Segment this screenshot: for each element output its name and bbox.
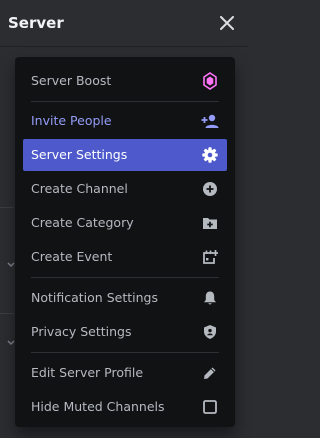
menu-separator	[31, 352, 219, 353]
menu-item-server-boost[interactable]: Server Boost	[23, 65, 227, 97]
menu-item-server-settings[interactable]: Server Settings	[23, 139, 227, 171]
boost-icon	[201, 72, 219, 90]
menu-item-create-event[interactable]: Create Event	[23, 241, 227, 273]
menu-item-hide-muted-channels[interactable]: Hide Muted Channels	[23, 391, 227, 423]
add-person-icon	[201, 112, 219, 130]
menu-separator	[31, 277, 219, 278]
server-name: Server	[8, 14, 64, 32]
server-dropdown-menu: Server Boost Invite People Server Settin…	[15, 57, 235, 427]
menu-item-notification-settings[interactable]: Notification Settings	[23, 282, 227, 314]
menu-item-invite-people[interactable]: Invite People	[23, 105, 227, 137]
menu-item-privacy-settings[interactable]: Privacy Settings	[23, 316, 227, 348]
channel-divider	[0, 207, 14, 208]
menu-item-create-category[interactable]: Create Category	[23, 207, 227, 239]
menu-item-edit-server-profile[interactable]: Edit Server Profile	[23, 357, 227, 389]
menu-separator	[31, 101, 219, 102]
pencil-icon	[201, 364, 219, 382]
folder-plus-icon	[201, 214, 219, 232]
menu-item-create-channel[interactable]: Create Channel	[23, 173, 227, 205]
plus-circle-icon	[201, 180, 219, 198]
checkbox-icon[interactable]	[201, 398, 219, 416]
shield-icon	[201, 323, 219, 341]
close-icon[interactable]	[216, 12, 238, 34]
gear-icon	[201, 146, 219, 164]
server-header[interactable]: Server	[0, 0, 248, 47]
bell-icon	[201, 289, 219, 307]
channel-divider	[0, 313, 14, 314]
calendar-plus-icon	[201, 248, 219, 266]
